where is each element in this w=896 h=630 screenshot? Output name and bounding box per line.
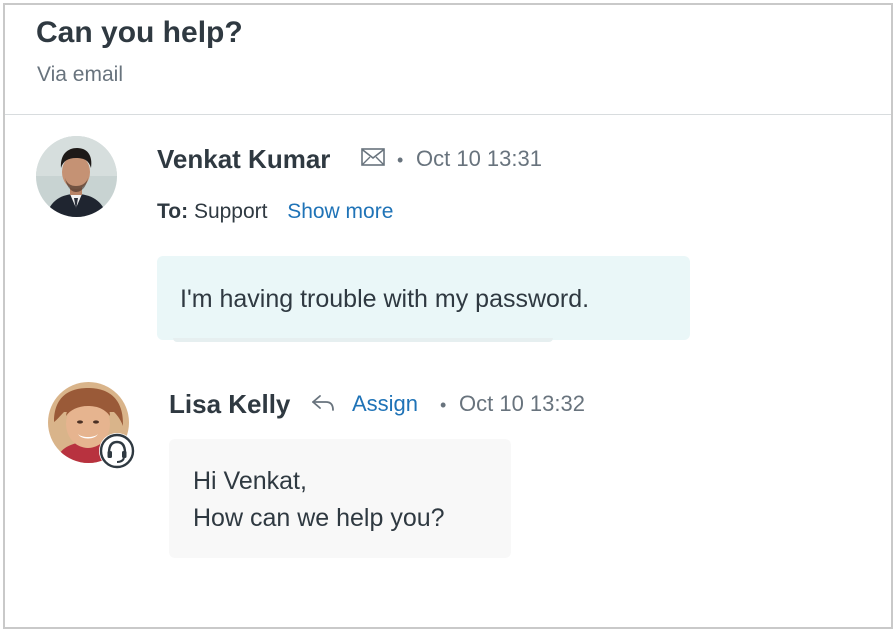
message-timestamp: Oct 10 13:31	[416, 146, 542, 171]
customer-avatar-image	[36, 136, 117, 217]
ticket-channel: Via email	[37, 63, 123, 86]
ticket-conversation-panel: Can you help? Via email Venkat Kumar • O…	[3, 3, 893, 629]
meta-separator: •	[440, 395, 447, 415]
meta-separator: •	[397, 150, 404, 170]
envelope-icon	[361, 147, 385, 167]
author-name[interactable]: Venkat Kumar	[157, 144, 330, 174]
message-bubble: Hi Venkat, How can we help you?	[169, 439, 511, 558]
reply-arrow-icon	[310, 392, 336, 414]
message-body-line: Hi Venkat,	[193, 467, 307, 495]
bubble-shadow	[173, 338, 553, 342]
assign-link[interactable]: Assign	[352, 390, 418, 418]
author-name[interactable]: Lisa Kelly	[169, 389, 290, 419]
show-more-link[interactable]: Show more	[287, 200, 393, 223]
message-timestamp: Oct 10 13:32	[459, 391, 585, 416]
message-body: I'm having trouble with my password.	[180, 285, 590, 313]
message-body-line: How can we help you?	[193, 504, 445, 532]
to-value: Support	[193, 200, 268, 223]
message-bubble: I'm having trouble with my password.	[157, 256, 690, 340]
headset-icon	[99, 433, 135, 469]
to-label: To:	[157, 200, 189, 223]
ticket-header: Can you help? Via email	[5, 5, 891, 115]
ticket-subject: Can you help?	[36, 16, 243, 49]
avatar[interactable]	[36, 136, 117, 217]
recipients-row: To: Support Show more	[157, 198, 393, 226]
